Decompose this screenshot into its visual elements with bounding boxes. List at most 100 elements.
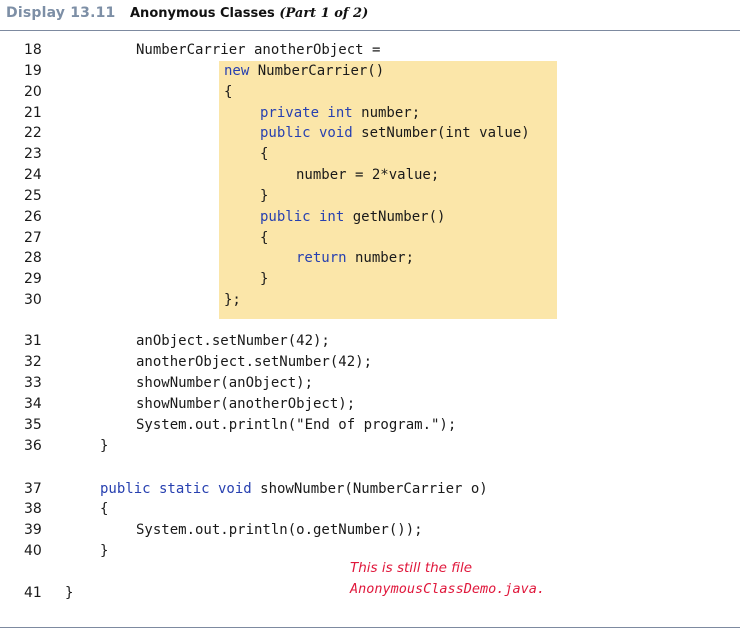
line-number: 37 [24, 481, 42, 497]
code-text: public int getNumber() [260, 207, 445, 227]
code-body: number; [352, 105, 421, 121]
code-text: public void setNumber(int value) [260, 123, 530, 143]
code-body: { [100, 501, 109, 517]
code-text: { [260, 228, 268, 248]
code-line: 24 number = 2*value; [0, 165, 740, 185]
code-text: NumberCarrier anotherObject = [136, 40, 380, 60]
code-body: } [65, 585, 74, 601]
line-number: 36 [24, 438, 42, 454]
code-line: 28 return number; [0, 248, 740, 268]
code-body: }; [224, 292, 241, 308]
code-text: showNumber(anObject); [136, 373, 313, 393]
line-number: 38 [24, 501, 42, 517]
code-line: 26 public int getNumber() [0, 207, 740, 227]
line-number: 31 [24, 333, 42, 349]
code-line: 30}; [0, 290, 740, 310]
code-line: 18 NumberCarrier anotherObject = [0, 40, 740, 60]
line-number: 40 [24, 543, 42, 559]
line-number: 23 [24, 146, 42, 162]
code-text: System.out.println("End of program."); [136, 415, 456, 435]
code-line: 34 showNumber(anotherObject); [0, 394, 740, 414]
code-text: { [224, 82, 232, 102]
line-number: 20 [24, 84, 42, 100]
code-text: new NumberCarrier() [224, 61, 384, 81]
line-number: 35 [24, 417, 42, 433]
line-number: 24 [24, 167, 42, 183]
code-body: { [224, 84, 233, 100]
note-filename: AnonymousClassDemo.java. [350, 581, 546, 597]
code-line: 20 { [0, 82, 740, 102]
display-number: Display 13.11 [6, 5, 116, 21]
code-text: return number; [296, 248, 414, 268]
code-body: } [260, 188, 269, 204]
code-keyword: private int [260, 105, 353, 121]
code-line: 29} [0, 269, 740, 289]
display-part: (Part 1 of 2) [279, 6, 369, 21]
code-body: NumberCarrier() [249, 63, 385, 79]
code-body: number = 2*value; [296, 167, 440, 183]
code-text: } [260, 269, 268, 289]
display-header: Display 13.11 Anonymous Classes (Part 1 … [0, 0, 740, 31]
line-number: 26 [24, 209, 42, 225]
line-number: 18 [24, 42, 42, 58]
code-body: showNumber(NumberCarrier o) [251, 481, 488, 497]
code-line: 37 public static void showNumber(NumberCa… [0, 479, 740, 499]
display-title: Anonymous Classes (Part 1 of 2) [130, 6, 368, 21]
line-number: 30 [24, 292, 42, 308]
code-keyword: public int [260, 209, 345, 225]
code-body: setNumber(int value) [352, 125, 530, 141]
code-line: 27 { [0, 228, 740, 248]
code-text: anotherObject.setNumber(42); [136, 352, 372, 372]
code-body: { [260, 146, 269, 162]
line-number: 19 [24, 63, 42, 79]
code-text: } [260, 186, 268, 206]
code-body: System.out.println(o.getNumber()); [136, 522, 423, 538]
annotation-note: This is still the file AnonymousClassDem… [350, 558, 545, 600]
code-keyword: return [296, 250, 347, 266]
code-line: 25} [0, 186, 740, 206]
note-line-1: This is still the file [350, 560, 473, 576]
line-number: 33 [24, 375, 42, 391]
code-body: showNumber(anObject); [136, 375, 314, 391]
code-text: { [100, 499, 108, 519]
line-number: 28 [24, 250, 42, 266]
code-body: number; [346, 250, 415, 266]
code-body: anObject.setNumber(42); [136, 333, 330, 349]
code-body: NumberCarrier anotherObject = [136, 42, 381, 58]
code-text: System.out.println(o.getNumber()); [136, 520, 423, 540]
code-line: 21 private int number; [0, 103, 740, 123]
code-text: }; [224, 290, 241, 310]
code-body: anotherObject.setNumber(42); [136, 354, 373, 370]
code-text: private int number; [260, 103, 420, 123]
code-line: 35 System.out.println("End of program."); [0, 415, 740, 435]
code-keyword: public static void [100, 481, 252, 497]
line-number: 22 [24, 125, 42, 141]
code-text: showNumber(anotherObject); [136, 394, 355, 414]
code-body: } [100, 438, 109, 454]
code-line: 19 new NumberCarrier() [0, 61, 740, 81]
line-number: 32 [24, 354, 42, 370]
code-keyword: new [224, 63, 250, 79]
code-body: { [260, 230, 269, 246]
code-body: showNumber(anotherObject); [136, 396, 356, 412]
code-line: 36} [0, 436, 740, 456]
code-line: 22 public void setNumber(int value) [0, 123, 740, 143]
code-text: } [65, 583, 73, 603]
line-number: 29 [24, 271, 42, 287]
code-line: 31 anObject.setNumber(42); [0, 331, 740, 351]
code-line: 33 showNumber(anObject); [0, 373, 740, 393]
code-text: number = 2*value; [296, 165, 439, 185]
code-text: anObject.setNumber(42); [136, 331, 330, 351]
line-number: 25 [24, 188, 42, 204]
code-line: 23 { [0, 144, 740, 164]
code-text: } [100, 541, 108, 561]
code-line: 39 System.out.println(o.getNumber()); [0, 520, 740, 540]
code-line: 32 anotherObject.setNumber(42); [0, 352, 740, 372]
display-title-text: Anonymous Classes [130, 6, 275, 21]
footer-divider [0, 627, 740, 628]
line-number: 39 [24, 522, 42, 538]
line-number: 41 [24, 585, 42, 601]
code-text: public static void showNumber(NumberCarr… [100, 479, 488, 499]
code-body: } [260, 271, 269, 287]
code-text: } [100, 436, 108, 456]
